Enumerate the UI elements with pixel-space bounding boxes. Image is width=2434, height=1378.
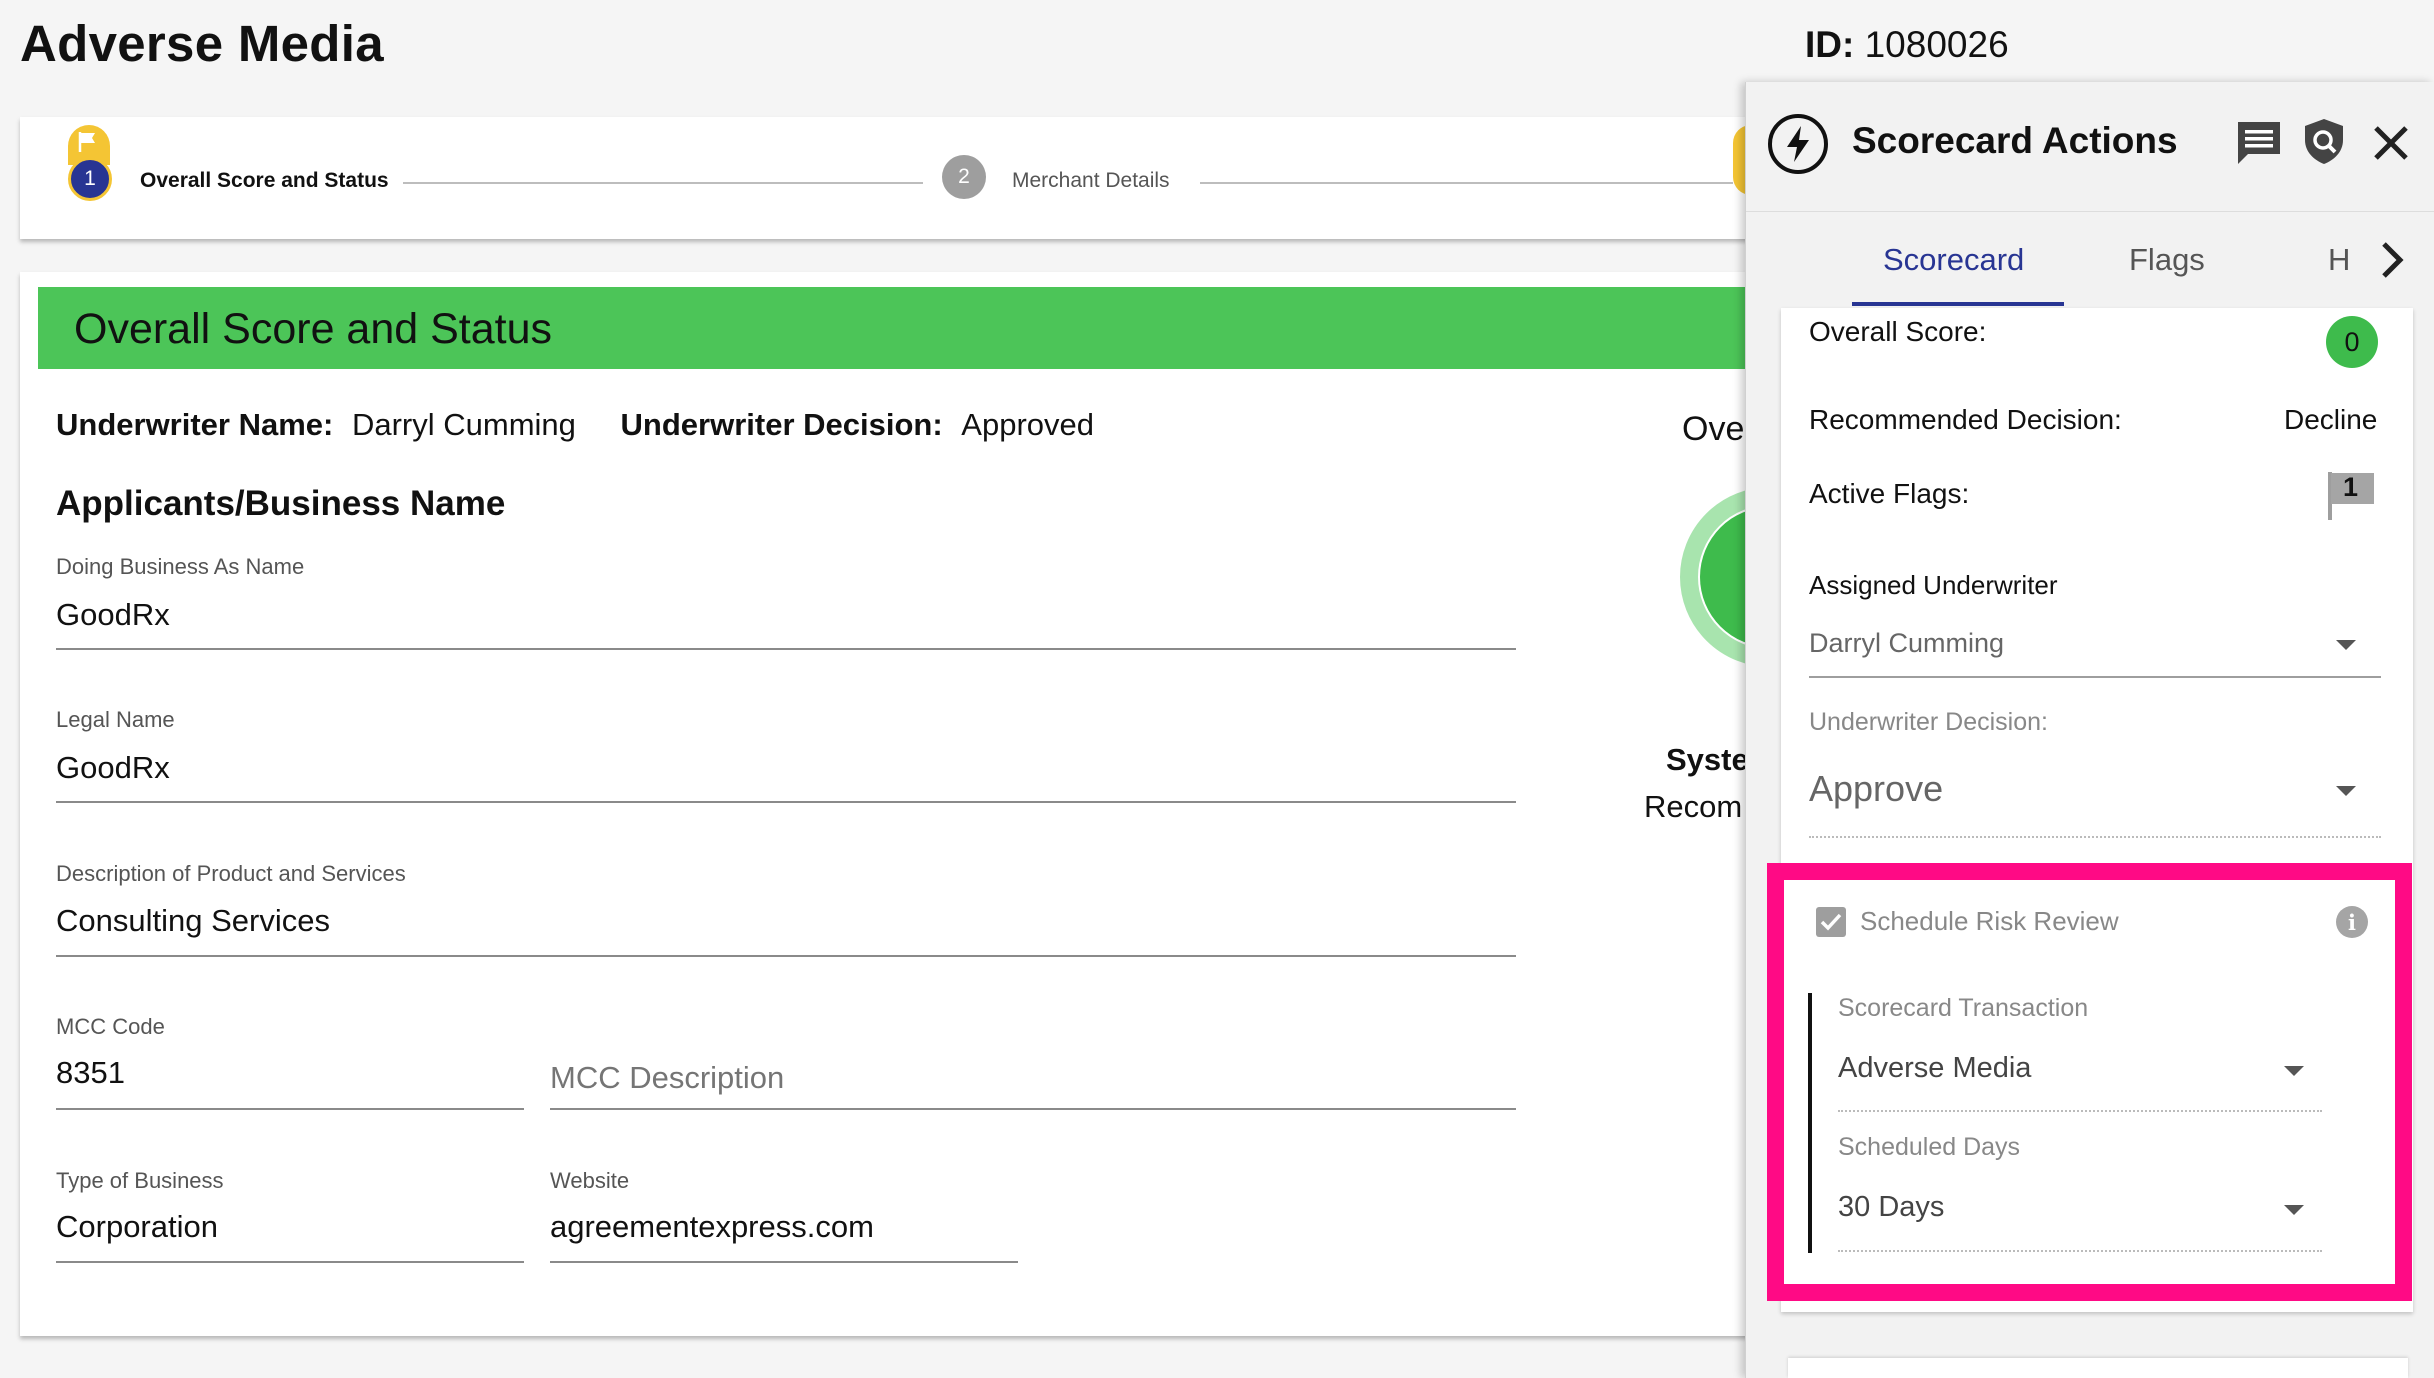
scorecard-transaction-underline — [1838, 1110, 2322, 1112]
underwriter-decision-label: Underwriter Decision: — [620, 407, 943, 442]
mcc-description-underline — [550, 1108, 1516, 1110]
banner-title: Overall Score and Status — [74, 305, 553, 353]
section-banner: Overall Score and Status — [38, 287, 1798, 369]
active-flags-flag-icon: 1 — [2327, 470, 2375, 522]
dropdown-arrow-icon[interactable] — [2284, 1066, 2304, 1076]
scorecard-transaction-select[interactable]: Adverse Media — [1838, 1052, 2031, 1085]
underwriter-decision-select[interactable]: Approve — [1809, 768, 1943, 810]
mcc-code-label: MCC Code — [56, 1014, 165, 1039]
underwriter-name: Darryl Cumming — [351, 407, 576, 442]
business-type-underline — [56, 1261, 524, 1263]
dba-label: Doing Business As Name — [56, 554, 305, 579]
mcc-code-field[interactable]: 8351 — [56, 1055, 125, 1091]
website-label: Website — [550, 1168, 630, 1193]
gauge-heading: Ove — [1682, 410, 1745, 448]
active-flags-label: Active Flags: — [1809, 478, 1970, 509]
legal-name-underline — [56, 801, 1516, 803]
dba-underline — [56, 648, 1516, 650]
underwriter-decision-label: Underwriter Decision: — [1809, 708, 2048, 736]
recommended-decision-value: Decline — [2284, 404, 2378, 435]
recommended-label: Recom — [1644, 789, 1743, 824]
business-type-field[interactable]: Corporation — [56, 1209, 218, 1245]
schedule-risk-review-label: Schedule Risk Review — [1860, 906, 2119, 936]
dropdown-arrow-icon[interactable] — [2284, 1205, 2304, 1215]
checkmark-icon — [1820, 913, 1842, 931]
dba-field[interactable]: GoodRx — [56, 597, 170, 633]
underwriter-decision: Approved — [961, 407, 1094, 442]
page-title: Adverse Media — [20, 15, 384, 72]
underwriter-name-label: Underwriter Name: — [56, 407, 334, 442]
panel-header: Scorecard Actions — [1746, 82, 2434, 212]
underwriter-decision-underline — [1809, 836, 2381, 838]
next-panel-card — [1788, 1358, 2408, 1378]
chevron-right-icon[interactable] — [2374, 238, 2410, 282]
assigned-underwriter-label: Assigned Underwriter — [1809, 570, 2058, 600]
active-flags-count: 1 — [2343, 472, 2359, 502]
step-1-number[interactable]: 1 — [68, 157, 112, 201]
lightning-bolt-icon — [1768, 114, 1828, 174]
overall-score-label: Overall Score: — [1809, 316, 1987, 347]
overall-score-card: Overall Score and Status Underwriter Nam… — [20, 272, 1860, 1336]
comment-icon[interactable] — [2234, 118, 2284, 168]
recommended-decision-label: Recommended Decision: — [1809, 404, 2122, 435]
tab-scorecard[interactable]: Scorecard — [1883, 242, 2024, 278]
nested-fields-indicator — [1808, 993, 1812, 1253]
website-field[interactable]: agreementexpress.com — [550, 1209, 874, 1245]
progress-stepper: 1 Overall Score and Status 2 Merchant De… — [20, 117, 1770, 239]
tab-flags[interactable]: Flags — [2129, 242, 2205, 278]
record-id: ID: 1080026 — [1805, 24, 2009, 66]
flag-icon — [78, 132, 95, 152]
scheduled-days-select[interactable]: 30 Days — [1838, 1191, 1944, 1224]
record-id-label: ID: — [1805, 24, 1855, 65]
info-icon[interactable]: i — [2336, 906, 2368, 938]
description-field[interactable]: Consulting Services — [56, 903, 330, 939]
step-connector — [1200, 182, 1733, 184]
scorecard-transaction-label: Scorecard Transaction — [1838, 994, 2089, 1022]
assigned-underwriter-select[interactable]: Darryl Cumming — [1809, 628, 2004, 659]
step-2-label[interactable]: Merchant Details — [1012, 169, 1170, 193]
panel-title: Scorecard Actions — [1852, 120, 2178, 161]
scheduled-days-label: Scheduled Days — [1838, 1133, 2021, 1161]
step-1-label[interactable]: Overall Score and Status — [140, 169, 389, 193]
website-underline — [550, 1261, 1018, 1263]
description-underline — [56, 955, 1516, 957]
section-heading: Applicants/Business Name — [56, 484, 506, 523]
step-2-number[interactable]: 2 — [942, 155, 986, 199]
mcc-code-underline — [56, 1108, 524, 1110]
active-tab-indicator — [1852, 302, 2064, 306]
tab-h[interactable]: H — [2328, 242, 2348, 278]
scheduled-days-underline — [1838, 1250, 2322, 1252]
schedule-risk-review-checkbox[interactable] — [1816, 907, 1846, 937]
overall-score-badge: 0 — [2326, 316, 2378, 368]
description-label: Description of Product and Services — [56, 861, 406, 886]
dropdown-arrow-icon[interactable] — [2336, 640, 2356, 650]
underwriter-summary: Underwriter Name: Darryl Cumming Underwr… — [56, 407, 1094, 443]
assigned-underwriter-underline — [1809, 676, 2381, 678]
mcc-description-field[interactable]: MCC Description — [550, 1060, 784, 1096]
business-type-label: Type of Business — [56, 1168, 224, 1193]
legal-name-field[interactable]: GoodRx — [56, 750, 170, 786]
system-label: Syste — [1666, 742, 1749, 777]
legal-name-label: Legal Name — [56, 707, 175, 732]
shield-search-icon[interactable] — [2299, 116, 2349, 166]
step-connector — [403, 182, 923, 184]
dropdown-arrow-icon[interactable] — [2336, 786, 2356, 796]
record-id-value: 1080026 — [1864, 24, 2009, 65]
close-icon[interactable] — [2366, 118, 2416, 168]
panel-tabs: Scorecard Flags H — [1746, 212, 2434, 308]
